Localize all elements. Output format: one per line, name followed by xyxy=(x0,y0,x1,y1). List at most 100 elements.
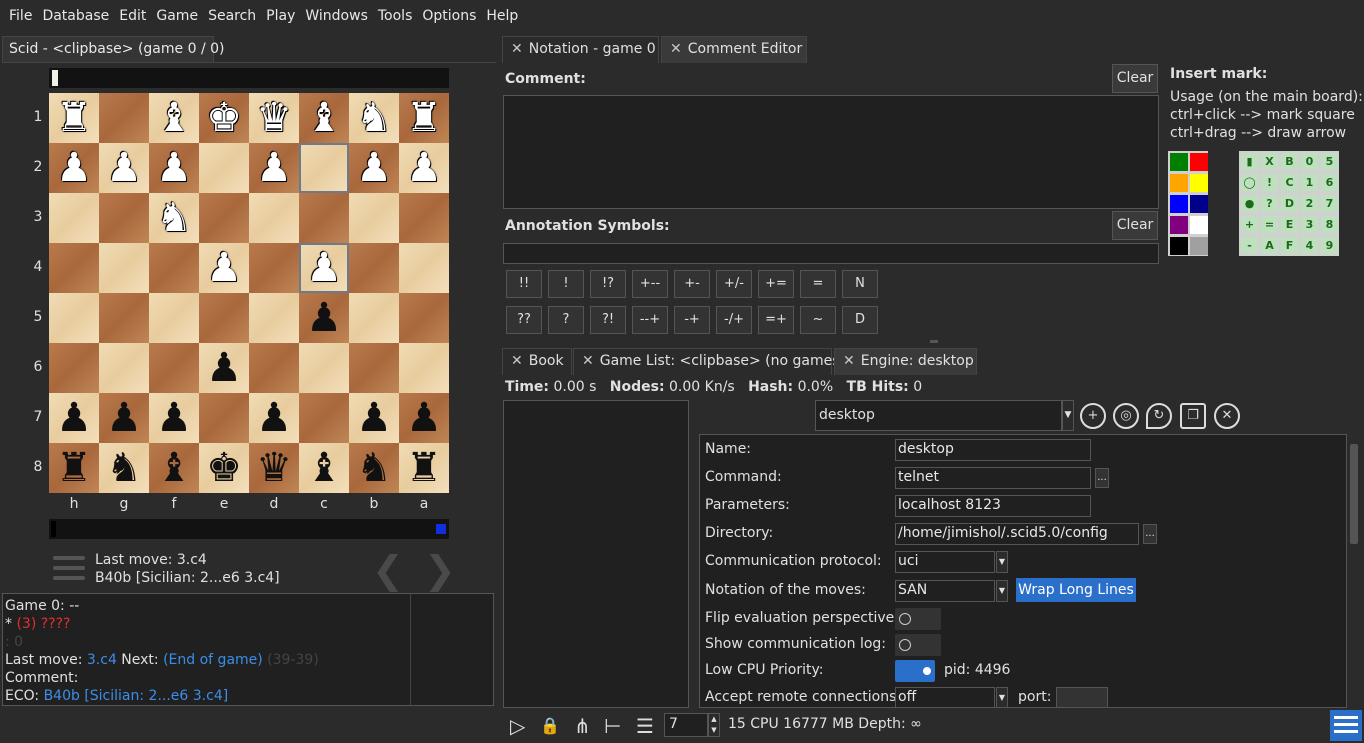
square-f5[interactable] xyxy=(149,293,199,343)
square-a4[interactable] xyxy=(399,243,449,293)
chess-piece[interactable]: ♝ xyxy=(156,98,192,138)
tab-engine[interactable]: ✕ Engine: desktop xyxy=(834,348,977,375)
mark-type-button[interactable]: ▮ xyxy=(1241,153,1258,170)
square-d8[interactable]: ♛ xyxy=(249,443,299,493)
annotation-symbol-button[interactable]: --+ xyxy=(632,306,668,334)
square-a1[interactable]: ♜ xyxy=(399,93,449,143)
square-e1[interactable]: ♚ xyxy=(199,93,249,143)
square-h1[interactable]: ♜ xyxy=(49,93,99,143)
chess-piece[interactable]: ♟ xyxy=(106,398,142,438)
mark-color-swatch[interactable] xyxy=(1170,195,1188,213)
config-scrollbar[interactable] xyxy=(1348,434,1360,708)
square-g8[interactable]: ♞ xyxy=(99,443,149,493)
square-g2[interactable]: ♟ xyxy=(99,143,149,193)
chess-piece[interactable]: ♜ xyxy=(56,448,92,488)
play-icon[interactable]: ▷ xyxy=(510,714,525,738)
menu-tools[interactable]: Tools xyxy=(373,8,418,24)
square-c2[interactable] xyxy=(299,143,349,193)
annotation-symbol-button[interactable]: -+ xyxy=(674,306,710,334)
globe-icon[interactable]: ◎ xyxy=(1113,403,1139,429)
square-f4[interactable] xyxy=(149,243,199,293)
mark-type-button[interactable]: 7 xyxy=(1321,195,1338,212)
wrap-long-lines-button[interactable]: Wrap Long Lines xyxy=(1016,578,1136,602)
close-icon[interactable]: ✕ xyxy=(843,353,855,369)
menu-help[interactable]: Help xyxy=(481,8,523,24)
chess-piece[interactable]: ♚ xyxy=(206,448,242,488)
square-c5[interactable]: ♟ xyxy=(299,293,349,343)
square-b3[interactable] xyxy=(349,193,399,243)
chess-piece[interactable]: ♝ xyxy=(306,448,342,488)
chess-piece[interactable]: ♟ xyxy=(256,398,292,438)
square-g6[interactable] xyxy=(99,343,149,393)
chess-piece[interactable]: ♝ xyxy=(306,98,342,138)
menu-windows[interactable]: Windows xyxy=(300,8,373,24)
mark-type-button[interactable]: ◯ xyxy=(1241,174,1258,191)
mark-color-swatch[interactable] xyxy=(1170,174,1188,192)
square-f8[interactable]: ♝ xyxy=(149,443,199,493)
square-g5[interactable] xyxy=(99,293,149,343)
pane-splitter[interactable] xyxy=(930,340,938,343)
mark-color-swatch[interactable] xyxy=(1190,195,1208,213)
square-b4[interactable] xyxy=(349,243,399,293)
chess-piece[interactable]: ♟ xyxy=(406,398,442,438)
square-h5[interactable] xyxy=(49,293,99,343)
mark-color-swatch[interactable] xyxy=(1190,174,1208,192)
mark-color-swatch[interactable] xyxy=(1170,153,1188,171)
square-g1[interactable] xyxy=(99,93,149,143)
chess-piece[interactable]: ♟ xyxy=(206,348,242,388)
square-e8[interactable]: ♚ xyxy=(199,443,249,493)
annotation-symbol-button[interactable]: +/- xyxy=(716,270,752,298)
next-move-link[interactable]: (End of game) xyxy=(163,652,263,668)
square-d2[interactable]: ♟ xyxy=(249,143,299,193)
hamburger-menu-icon[interactable] xyxy=(1330,710,1362,741)
square-h4[interactable] xyxy=(49,243,99,293)
menu-options[interactable]: Options xyxy=(417,8,481,24)
annotation-symbol-button[interactable]: ?? xyxy=(506,306,542,334)
square-d6[interactable] xyxy=(249,343,299,393)
mark-type-button[interactable]: F xyxy=(1281,237,1298,254)
lock-icon[interactable]: 🔒 xyxy=(540,716,560,735)
square-b5[interactable] xyxy=(349,293,399,343)
mark-type-button[interactable]: C xyxy=(1281,174,1298,191)
square-a3[interactable] xyxy=(399,193,449,243)
menu-edit[interactable]: Edit xyxy=(114,8,151,24)
annotation-symbol-button[interactable]: D xyxy=(842,306,878,334)
protocol-select[interactable]: uci xyxy=(895,551,995,573)
chess-piece[interactable]: ♟ xyxy=(356,148,392,188)
chess-piece[interactable]: ♞ xyxy=(356,98,392,138)
close-icon[interactable]: ✕ xyxy=(1214,403,1240,429)
mark-type-button[interactable]: B xyxy=(1281,153,1298,170)
chess-piece[interactable]: ♟ xyxy=(56,398,92,438)
menu-play[interactable]: Play xyxy=(261,8,300,24)
mark-color-swatch[interactable] xyxy=(1170,237,1188,255)
engine-select[interactable]: desktop xyxy=(815,400,1062,431)
square-a8[interactable]: ♜ xyxy=(399,443,449,493)
square-f1[interactable]: ♝ xyxy=(149,93,199,143)
chess-piece[interactable]: ♟ xyxy=(306,248,342,288)
mark-type-button[interactable]: 0 xyxy=(1301,153,1318,170)
menu-search[interactable]: Search xyxy=(203,8,261,24)
chess-piece[interactable]: ♞ xyxy=(356,448,392,488)
annotation-symbol-button[interactable]: += xyxy=(758,270,794,298)
previous-move-icon[interactable]: ❮ xyxy=(372,548,404,592)
square-f6[interactable] xyxy=(149,343,199,393)
square-c3[interactable] xyxy=(299,193,349,243)
square-f7[interactable]: ♟ xyxy=(149,393,199,443)
square-g7[interactable]: ♟ xyxy=(99,393,149,443)
square-c7[interactable] xyxy=(299,393,349,443)
annotation-symbol-button[interactable]: ~ xyxy=(800,306,836,334)
name-field[interactable]: desktop xyxy=(895,439,1091,461)
mark-color-swatch[interactable] xyxy=(1190,153,1208,171)
square-g3[interactable] xyxy=(99,193,149,243)
square-a7[interactable]: ♟ xyxy=(399,393,449,443)
chevron-down-icon[interactable]: ▼ xyxy=(996,580,1008,602)
square-h7[interactable]: ♟ xyxy=(49,393,99,443)
square-e4[interactable]: ♟ xyxy=(199,243,249,293)
tab-comment-editor[interactable]: ✕ Comment Editor xyxy=(661,36,807,63)
square-e6[interactable]: ♟ xyxy=(199,343,249,393)
square-b6[interactable] xyxy=(349,343,399,393)
mark-type-button[interactable]: 3 xyxy=(1301,216,1318,233)
annotation-symbol-button[interactable]: +-- xyxy=(632,270,668,298)
close-icon[interactable]: ✕ xyxy=(511,41,523,57)
square-a2[interactable]: ♟ xyxy=(399,143,449,193)
